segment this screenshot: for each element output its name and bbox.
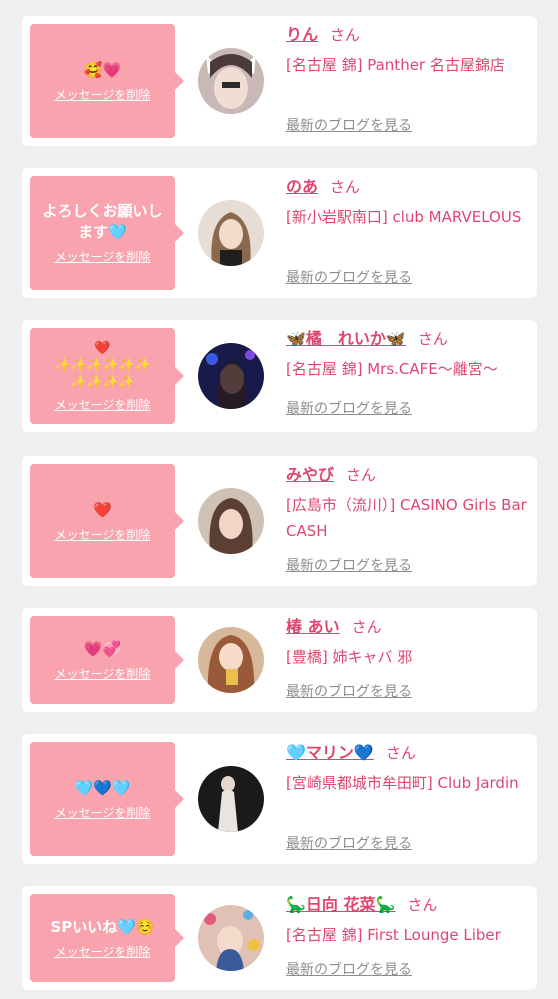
message-bubble: 🩵💙🩵 メッセージを削除 xyxy=(30,742,184,856)
message-bubble: よろしくお願いします🩵 メッセージを削除 xyxy=(30,176,184,290)
shop-name: [名古屋 錦] First Lounge Liber xyxy=(286,926,501,944)
honorific: さん xyxy=(330,26,361,44)
message-card: 🩵💙🩵 メッセージを削除 🩵マリン💙 さん [宮崎県都城市牟田町] Club Ja… xyxy=(22,734,537,864)
message-card: 🥰💗 メッセージを削除 りん さん [名古屋 錦] Panther 名古屋錦店 最… xyxy=(22,16,537,146)
cast-name-link[interactable]: みやび xyxy=(286,465,334,484)
honorific: さん xyxy=(385,744,416,762)
latest-blog-link[interactable]: 最新のブログを見る xyxy=(286,835,412,853)
latest-blog-link[interactable]: 最新のブログを見る xyxy=(286,400,412,418)
card-info: のあ さん [新小岩駅南口] club MARVELOUS xyxy=(286,176,529,230)
delete-message-link[interactable]: メッセージを削除 xyxy=(55,87,151,103)
honorific: さん xyxy=(346,466,377,484)
delete-message-link[interactable]: メッセージを削除 xyxy=(55,944,151,960)
latest-blog-link[interactable]: 最新のブログを見る xyxy=(286,557,412,575)
card-info: 椿 あい さん [豊橋] 姉キャバ 邪 xyxy=(286,616,529,670)
cast-name-link[interactable]: 椿 あい xyxy=(286,617,340,636)
card-info: 🦕日向 花菜🦕 さん [名古屋 錦] First Lounge Liber xyxy=(286,894,529,948)
message-bubble: 🥰💗 メッセージを削除 xyxy=(30,24,184,138)
latest-blog-link[interactable]: 最新のブログを見る xyxy=(286,269,412,287)
message-card: ❤️ メッセージを削除 みやび さん [広島市（流川）] CASINO Girls… xyxy=(22,456,537,586)
avatar[interactable] xyxy=(198,766,264,832)
message-bubble: ❤️ メッセージを削除 xyxy=(30,464,184,578)
message-card: SPいいね🩵☺️ メッセージを削除 🦕日向 花菜🦕 さん [名古屋 錦] Firs… xyxy=(22,886,537,990)
avatar[interactable] xyxy=(198,627,264,693)
latest-blog-link[interactable]: 最新のブログを見る xyxy=(286,961,412,979)
card-info: みやび さん [広島市（流川）] CASINO Girls Bar CASH xyxy=(286,464,529,544)
delete-message-link[interactable]: メッセージを削除 xyxy=(55,397,151,413)
cast-name-link[interactable]: りん xyxy=(286,25,318,44)
cast-name-link[interactable]: 🩵マリン💙 xyxy=(286,743,374,762)
shop-name: [広島市（流川）] CASINO Girls Bar CASH xyxy=(286,496,527,540)
message-bubble: SPいいね🩵☺️ メッセージを削除 xyxy=(30,894,184,982)
avatar[interactable] xyxy=(198,200,264,266)
delete-message-link[interactable]: メッセージを削除 xyxy=(55,249,151,265)
message-card: ❤️ ✨✨✨✨✨✨ ✨✨✨✨ メッセージを削除 🦋橘 れいか🦋 さん [名古屋 錦… xyxy=(22,320,537,432)
latest-blog-link[interactable]: 最新のブログを見る xyxy=(286,117,412,135)
card-info: りん さん [名古屋 錦] Panther 名古屋錦店 xyxy=(286,24,529,78)
message-card: よろしくお願いします🩵 メッセージを削除 のあ さん [新小岩駅南口] club … xyxy=(22,168,537,298)
message-text: ❤️ xyxy=(93,500,112,519)
delete-message-link[interactable]: メッセージを削除 xyxy=(55,666,151,682)
shop-name: [豊橋] 姉キャバ 邪 xyxy=(286,648,413,666)
delete-message-link[interactable]: メッセージを削除 xyxy=(55,805,151,821)
card-info: 🦋橘 れいか🦋 さん [名古屋 錦] Mrs.CAFE〜離宮〜 xyxy=(286,328,529,382)
honorific: さん xyxy=(407,896,438,914)
shop-name: [宮崎県都城市牟田町] Club Jardin xyxy=(286,774,519,792)
shop-name: [名古屋 錦] Panther 名古屋錦店 xyxy=(286,56,505,74)
avatar[interactable] xyxy=(198,905,264,971)
shop-name: [新小岩駅南口] club MARVELOUS xyxy=(286,208,522,226)
honorific: さん xyxy=(351,618,382,636)
message-text: SPいいね🩵☺️ xyxy=(50,917,155,936)
message-list: 🥰💗 メッセージを削除 りん さん [名古屋 錦] Panther 名古屋錦店 最… xyxy=(0,0,558,999)
message-text: 💗💞 xyxy=(83,639,122,658)
avatar[interactable] xyxy=(198,48,264,114)
card-info: 🩵マリン💙 さん [宮崎県都城市牟田町] Club Jardin xyxy=(286,742,529,796)
message-text: ❤️ ✨✨✨✨✨✨ ✨✨✨✨ xyxy=(53,340,152,390)
delete-message-link[interactable]: メッセージを削除 xyxy=(55,527,151,543)
honorific: さん xyxy=(330,178,361,196)
shop-name: [名古屋 錦] Mrs.CAFE〜離宮〜 xyxy=(286,360,498,378)
message-text: 🥰💗 xyxy=(83,60,122,79)
message-bubble: ❤️ ✨✨✨✨✨✨ ✨✨✨✨ メッセージを削除 xyxy=(30,328,184,424)
honorific: さん xyxy=(417,330,448,348)
message-bubble: 💗💞 メッセージを削除 xyxy=(30,616,184,704)
cast-name-link[interactable]: 🦕日向 花菜🦕 xyxy=(286,895,395,914)
cast-name-link[interactable]: のあ xyxy=(286,177,318,196)
message-text: よろしくお願いします🩵 xyxy=(42,202,163,241)
latest-blog-link[interactable]: 最新のブログを見る xyxy=(286,683,412,701)
avatar[interactable] xyxy=(198,488,264,554)
avatar[interactable] xyxy=(198,343,264,409)
cast-name-link[interactable]: 🦋橘 れいか🦋 xyxy=(286,329,406,348)
message-text: 🩵💙🩵 xyxy=(74,778,131,797)
message-card: 💗💞 メッセージを削除 椿 あい さん [豊橋] 姉キャバ 邪 最新のブログを見る xyxy=(22,608,537,712)
